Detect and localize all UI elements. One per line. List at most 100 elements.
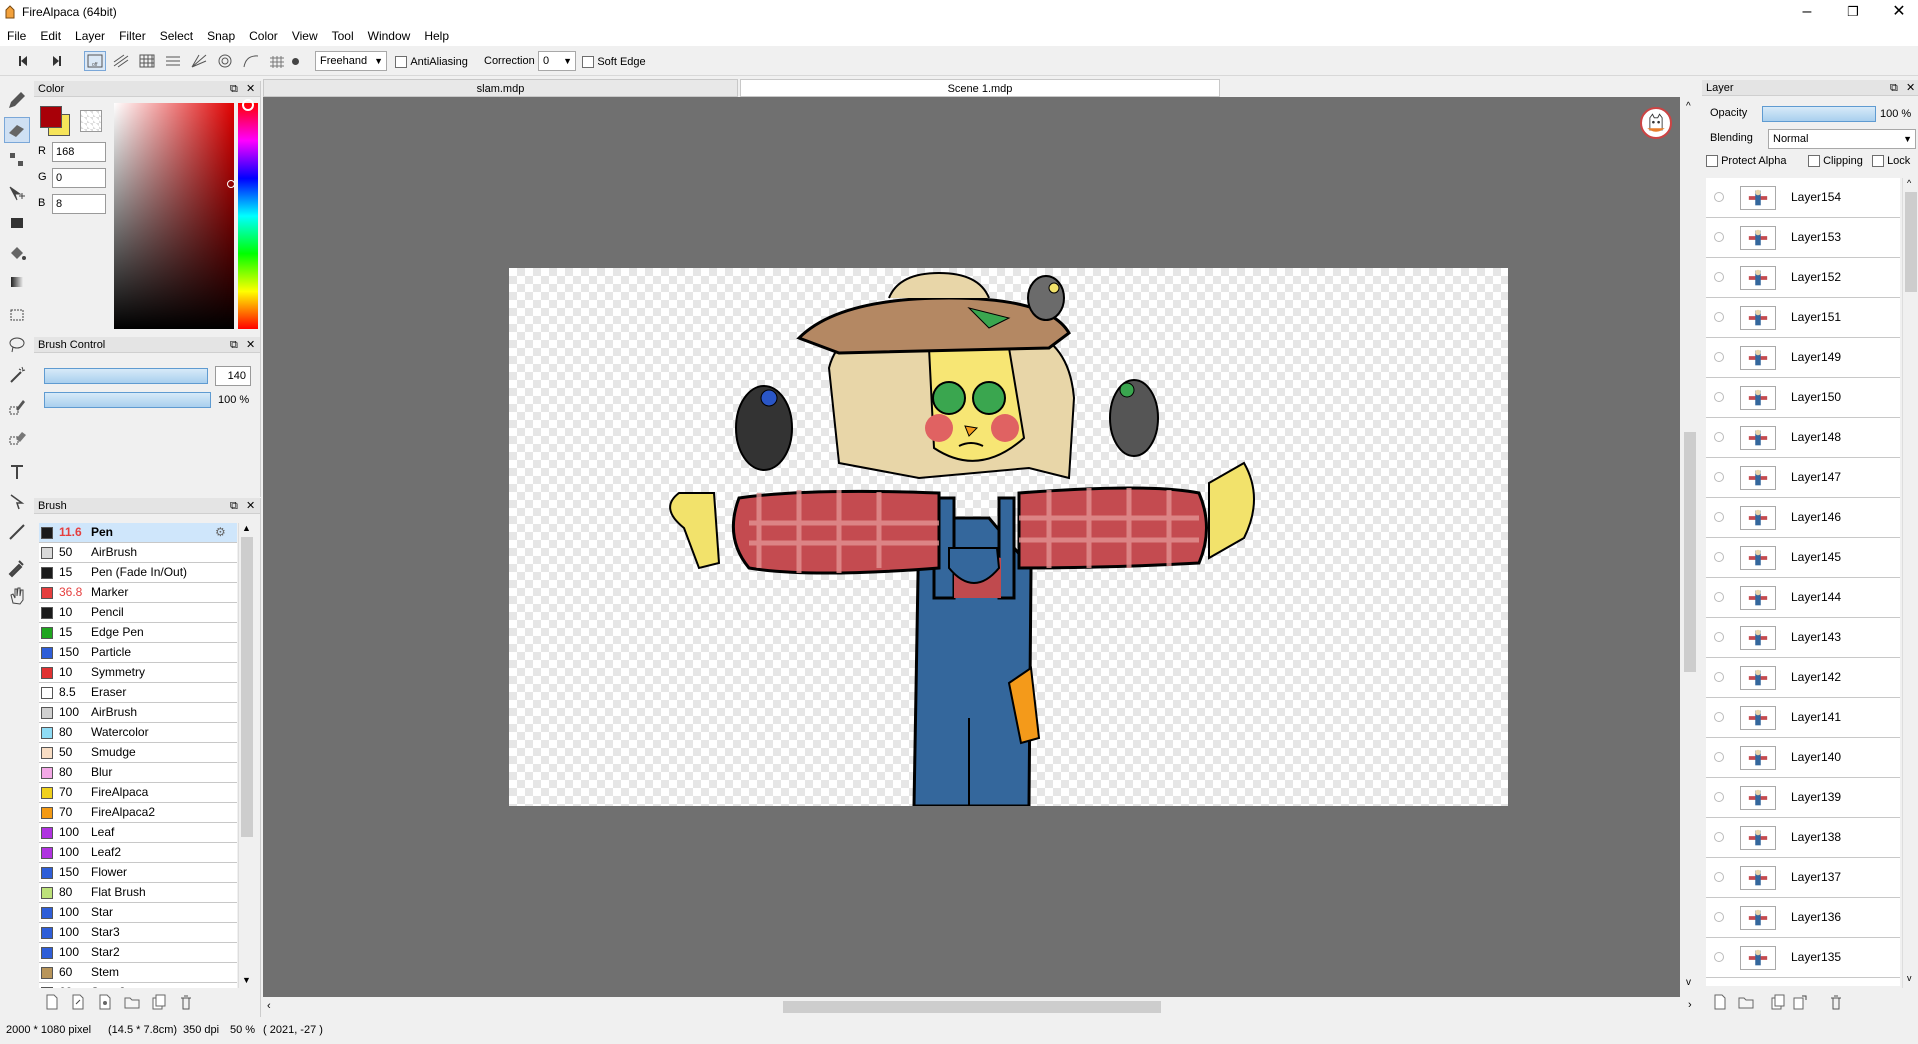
scroll-up-icon[interactable]: ▲ [242, 523, 251, 533]
layer-row[interactable]: Layer143 [1706, 618, 1900, 658]
brush-import-icon[interactable] [97, 994, 113, 1010]
select-eraser-tool-icon[interactable] [4, 424, 30, 450]
g-value-field[interactable]: 0 [52, 168, 106, 188]
hue-slider[interactable] [238, 103, 258, 329]
snap-parallel-icon[interactable] [110, 51, 132, 71]
fill-rect-tool-icon[interactable] [4, 210, 30, 236]
lasso-tool-icon[interactable] [4, 332, 30, 358]
operation-tool-icon[interactable] [4, 489, 30, 515]
brush-item[interactable]: 100 Star3 [39, 923, 237, 943]
eyedropper-tool-icon[interactable] [4, 554, 30, 580]
brush-item[interactable]: 150 Flower [39, 863, 237, 883]
b-value-field[interactable]: 8 [52, 194, 106, 214]
layer-row[interactable]: Layer153 [1706, 218, 1900, 258]
scroll-right-icon[interactable]: › [1688, 999, 1692, 1011]
new-folder-icon[interactable] [1738, 994, 1754, 1010]
panel-float-icon[interactable]: ⧉ [1890, 80, 1898, 96]
canvas-v-scrollbar[interactable]: ^ v [1680, 97, 1700, 997]
layer-row[interactable]: Layer145 [1706, 538, 1900, 578]
snap-off-icon[interactable]: off [84, 51, 106, 71]
menu-edit[interactable]: Edit [33, 26, 68, 46]
snap-vanish-icon[interactable] [188, 51, 210, 71]
brush-item[interactable]: 15 Pen (Fade In/Out) [39, 563, 237, 583]
move-tool-icon[interactable] [4, 181, 30, 207]
clipping-checkbox[interactable] [1808, 155, 1820, 168]
layer-visibility-icon[interactable] [1714, 192, 1724, 202]
menu-tool[interactable]: Tool [325, 26, 361, 46]
close-button[interactable]: ✕ [1876, 0, 1918, 26]
brush-item[interactable]: 100 AirBrush [39, 703, 237, 723]
menu-help[interactable]: Help [417, 26, 456, 46]
layer-visibility-icon[interactable] [1714, 952, 1724, 962]
brush-gear-icon[interactable]: ⚙ [215, 523, 226, 542]
layer-row[interactable]: Layer146 [1706, 498, 1900, 538]
hue-cursor[interactable] [242, 99, 254, 111]
eraser-tool-icon[interactable] [4, 117, 30, 143]
divide-tool-icon[interactable] [4, 519, 30, 545]
layer-visibility-icon[interactable] [1714, 912, 1724, 922]
brush-item[interactable]: 100 Leaf2 [39, 843, 237, 863]
layer-visibility-icon[interactable] [1714, 712, 1724, 722]
scroll-down-icon[interactable]: v [1686, 977, 1691, 988]
brush-item[interactable]: 10 Pencil [39, 603, 237, 623]
v-scrollbar-thumb[interactable] [1684, 432, 1696, 672]
layer-row[interactable]: Layer135 [1706, 938, 1900, 978]
canvas-h-scrollbar[interactable]: ‹ [263, 997, 1680, 1017]
brush-size-slider[interactable] [44, 368, 208, 384]
layer-row[interactable]: Layer148 [1706, 418, 1900, 458]
brush-item[interactable]: 100 Star [39, 903, 237, 923]
brush-item[interactable]: 100 Leaf [39, 823, 237, 843]
layer-row[interactable]: Layer140 [1706, 738, 1900, 778]
blending-select[interactable]: Normal ▼ [1768, 129, 1916, 149]
dot-tool-icon[interactable] [4, 147, 30, 173]
drawing-canvas[interactable] [509, 268, 1508, 806]
folder-icon[interactable] [124, 994, 140, 1010]
brush-item[interactable]: 10 Symmetry [39, 663, 237, 683]
snap-grid-icon[interactable] [136, 51, 158, 71]
layer-visibility-icon[interactable] [1714, 352, 1724, 362]
brush-item[interactable]: 70 FireAlpaca [39, 783, 237, 803]
snap-crisscross-icon[interactable] [162, 51, 184, 71]
layer-visibility-icon[interactable] [1714, 752, 1724, 762]
layer-visibility-icon[interactable] [1714, 272, 1724, 282]
brush-item[interactable]: 100 Star2 [39, 943, 237, 963]
layer-visibility-icon[interactable] [1714, 512, 1724, 522]
brush-list-scrollbar[interactable]: ▲ ▼ [238, 523, 254, 988]
scroll-up-icon[interactable]: ^ [1907, 178, 1911, 188]
layer-visibility-icon[interactable] [1714, 552, 1724, 562]
layer-visibility-icon[interactable] [1714, 632, 1724, 642]
brush-size-field[interactable]: 140 [215, 366, 251, 386]
snap-curve-icon[interactable] [240, 51, 262, 71]
layer-visibility-icon[interactable] [1714, 432, 1724, 442]
layer-row[interactable]: Layer136 [1706, 898, 1900, 938]
layer-visibility-icon[interactable] [1714, 392, 1724, 402]
gradient-tool-icon[interactable] [4, 269, 30, 295]
snap-circle-icon[interactable] [214, 51, 236, 71]
layer-visibility-icon[interactable] [1714, 312, 1724, 322]
correction-select[interactable]: 0 ▼ [538, 51, 576, 71]
layer-visibility-icon[interactable] [1714, 672, 1724, 682]
panel-close-icon[interactable]: ✕ [246, 81, 255, 97]
brush-opacity-slider[interactable] [44, 392, 211, 408]
layer-row[interactable]: Layer150 [1706, 378, 1900, 418]
brush-item[interactable]: 60 Stem2 [39, 983, 237, 988]
bucket-tool-icon[interactable] [4, 240, 30, 266]
transparent-color-swatch[interactable] [80, 110, 102, 132]
brush-item[interactable]: 80 Blur [39, 763, 237, 783]
scroll-left-icon[interactable]: ‹ [267, 1000, 271, 1012]
snap-3d-icon[interactable] [266, 51, 288, 71]
layer-visibility-icon[interactable] [1714, 832, 1724, 842]
menu-color[interactable]: Color [242, 26, 285, 46]
menu-file[interactable]: File [0, 26, 33, 46]
panel-close-icon[interactable]: ✕ [1906, 80, 1915, 96]
scroll-down-icon[interactable]: v [1907, 973, 1912, 983]
layer-row[interactable]: Layer139 [1706, 778, 1900, 818]
layer-row[interactable]: Layer147 [1706, 458, 1900, 498]
trash-icon[interactable] [178, 994, 194, 1010]
menu-window[interactable]: Window [361, 26, 418, 46]
brush-item[interactable]: 60 Stem [39, 963, 237, 983]
layer-visibility-icon[interactable] [1714, 872, 1724, 882]
delete-layer-icon[interactable] [1828, 994, 1844, 1010]
select-tool-icon[interactable] [4, 302, 30, 328]
duplicate-layer-icon[interactable] [1770, 994, 1786, 1010]
